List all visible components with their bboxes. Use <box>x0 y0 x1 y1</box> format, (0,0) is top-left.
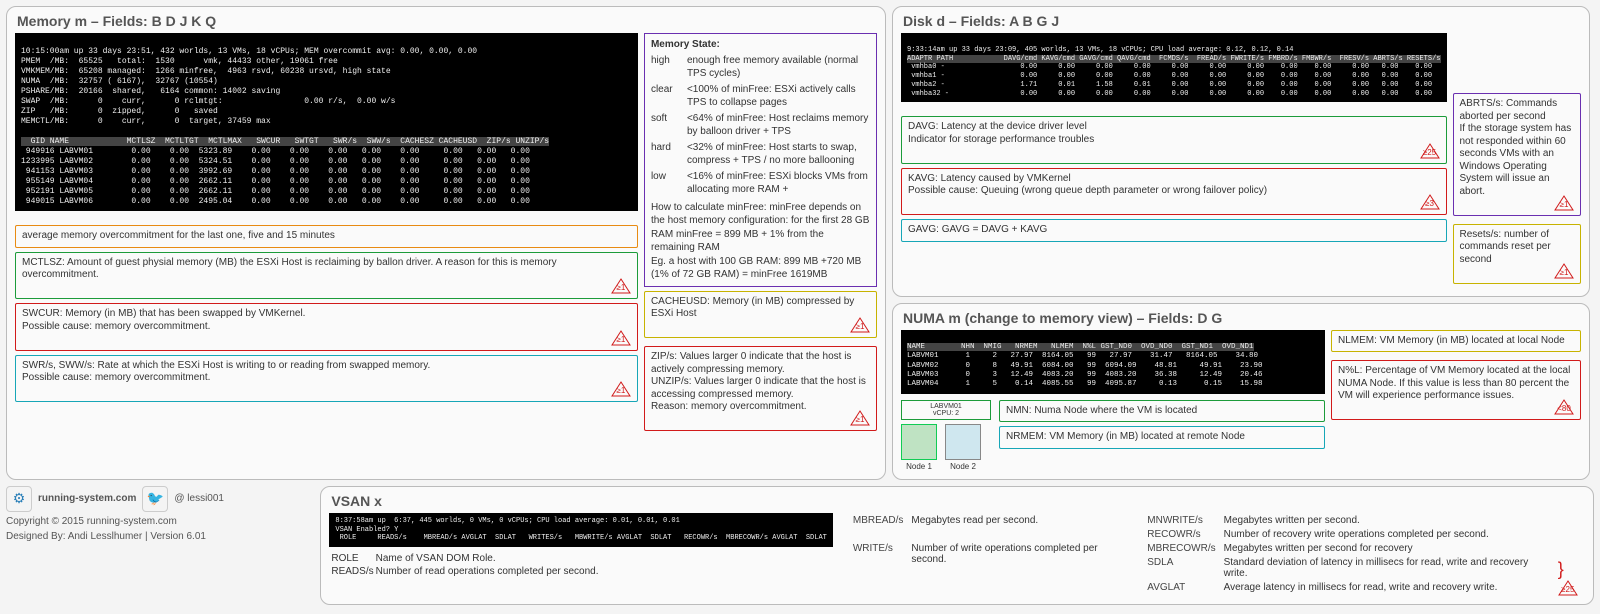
warn-icon: ≥1 <box>1554 195 1574 211</box>
disk-callout-gavg: GAVG: GAVG = DAVG + KAVG <box>901 219 1447 242</box>
memory-terminal: 10:15:00am up 33 days 23:51, 432 worlds,… <box>15 33 638 211</box>
numa-node-2 <box>945 424 981 460</box>
numa-callout-nlmem: NLMEM: VM Memory (in MB) located at loca… <box>1331 330 1581 353</box>
twitter-handle: @ lessi001 <box>174 493 224 504</box>
memory-panel: Memory m – Fields: B D J K Q 10:15:00am … <box>6 6 886 480</box>
numa-vm-box: LABVM01 vCPU: 2 <box>901 400 991 420</box>
vsan-defs-2: MBREAD/sMegabytes read per second. WRITE… <box>851 513 1127 596</box>
vsan-defs-3: MNWRITE/sMegabytes written per second. R… <box>1145 513 1540 596</box>
designed-by-line: Designed By: Andi Lesslhumer | Version 6… <box>6 531 314 542</box>
disk-terminal: 9:33:14am up 33 days 23:09, 405 worlds, … <box>901 33 1447 102</box>
numa-terminal: NAME NHN NMIG NRMEM NLMEM N%L GST_ND0 OV… <box>901 330 1325 394</box>
numa-callout-nl: N%L: Percentage of VM Memory located at … <box>1331 360 1581 420</box>
memory-callout-swcur: SWCUR: Memory (in MB) that has been swap… <box>15 303 638 351</box>
memory-state-box: Memory State: highenough free memory ava… <box>644 33 877 287</box>
memory-panel-title: Memory m – Fields: B D J K Q <box>15 13 877 29</box>
memory-callout-swrws: SWR/s, SWW/s: Rate at which the ESXi Hos… <box>15 355 638 403</box>
warn-icon: ≥1 <box>611 381 631 397</box>
copyright-line: Copyright © 2015 running-system.com <box>6 516 314 527</box>
twitter-icon: 🐦 <box>142 486 168 512</box>
disk-panel: Disk d – Fields: A B G J 9:33:14am up 33… <box>892 6 1590 297</box>
warn-icon: ≥1 <box>1554 263 1574 279</box>
memory-callout-overcommit: average memory overcommitment for the la… <box>15 225 638 248</box>
numa-callout-nrmem: NRMEM: VM Memory (in MB) located at remo… <box>999 426 1325 449</box>
warn-icon: ≥3 <box>1420 194 1440 210</box>
disk-panel-title: Disk d – Fields: A B G J <box>901 13 1581 29</box>
memory-callout-cacheusd: CACHEUSD: Memory (in MB) compressed by E… <box>644 291 877 339</box>
disk-callout-kavg: KAVG: Latency caused by VMKernel Possibl… <box>901 168 1447 216</box>
warn-icon: ≥25 <box>1558 580 1578 596</box>
warn-icon: ≥1 <box>611 330 631 346</box>
warn-icon: ≥1 <box>850 410 870 426</box>
site-label: running-system.com <box>38 493 136 504</box>
vsan-panel: VSAN x 8:37:58am up 6:37, 445 worlds, 0 … <box>320 486 1594 605</box>
numa-panel: NUMA m (change to memory view) – Fields:… <box>892 303 1590 480</box>
memory-callout-zip: ZIP/s: Values larger 0 indicate that the… <box>644 346 877 431</box>
numa-panel-title: NUMA m (change to memory view) – Fields:… <box>901 310 1581 326</box>
disk-callout-resets: Resets/s: number of commands reset per s… <box>1453 224 1582 284</box>
warn-icon: ≥1 <box>850 317 870 333</box>
vsan-defs-1: ROLEName of VSAN DOM Role.READS/sNumber … <box>329 551 600 579</box>
vsan-panel-title: VSAN x <box>329 493 1585 509</box>
gear-icon: ⚙ <box>6 486 32 512</box>
warn-icon: <80 <box>1554 399 1574 415</box>
numa-callout-nmn: NMN: Numa Node where the VM is located <box>999 400 1325 423</box>
disk-callout-davg: DAVG: Latency at the device driver level… <box>901 116 1447 164</box>
brand-box: ⚙ running-system.com 🐦 @ lessi001 Copyri… <box>6 486 314 605</box>
numa-node-1 <box>901 424 937 460</box>
warn-icon: ≥25 <box>1420 143 1440 159</box>
memory-callout-mctlsz: MCTLSZ: Amount of guest physial memory (… <box>15 252 638 300</box>
vsan-terminal: 8:37:58am up 6:37, 445 worlds, 0 VMs, 0 … <box>329 513 832 547</box>
disk-callout-abrts: ABRTS/s: Commands aborted per second If … <box>1453 93 1582 216</box>
warn-icon: ≥1 <box>611 278 631 294</box>
